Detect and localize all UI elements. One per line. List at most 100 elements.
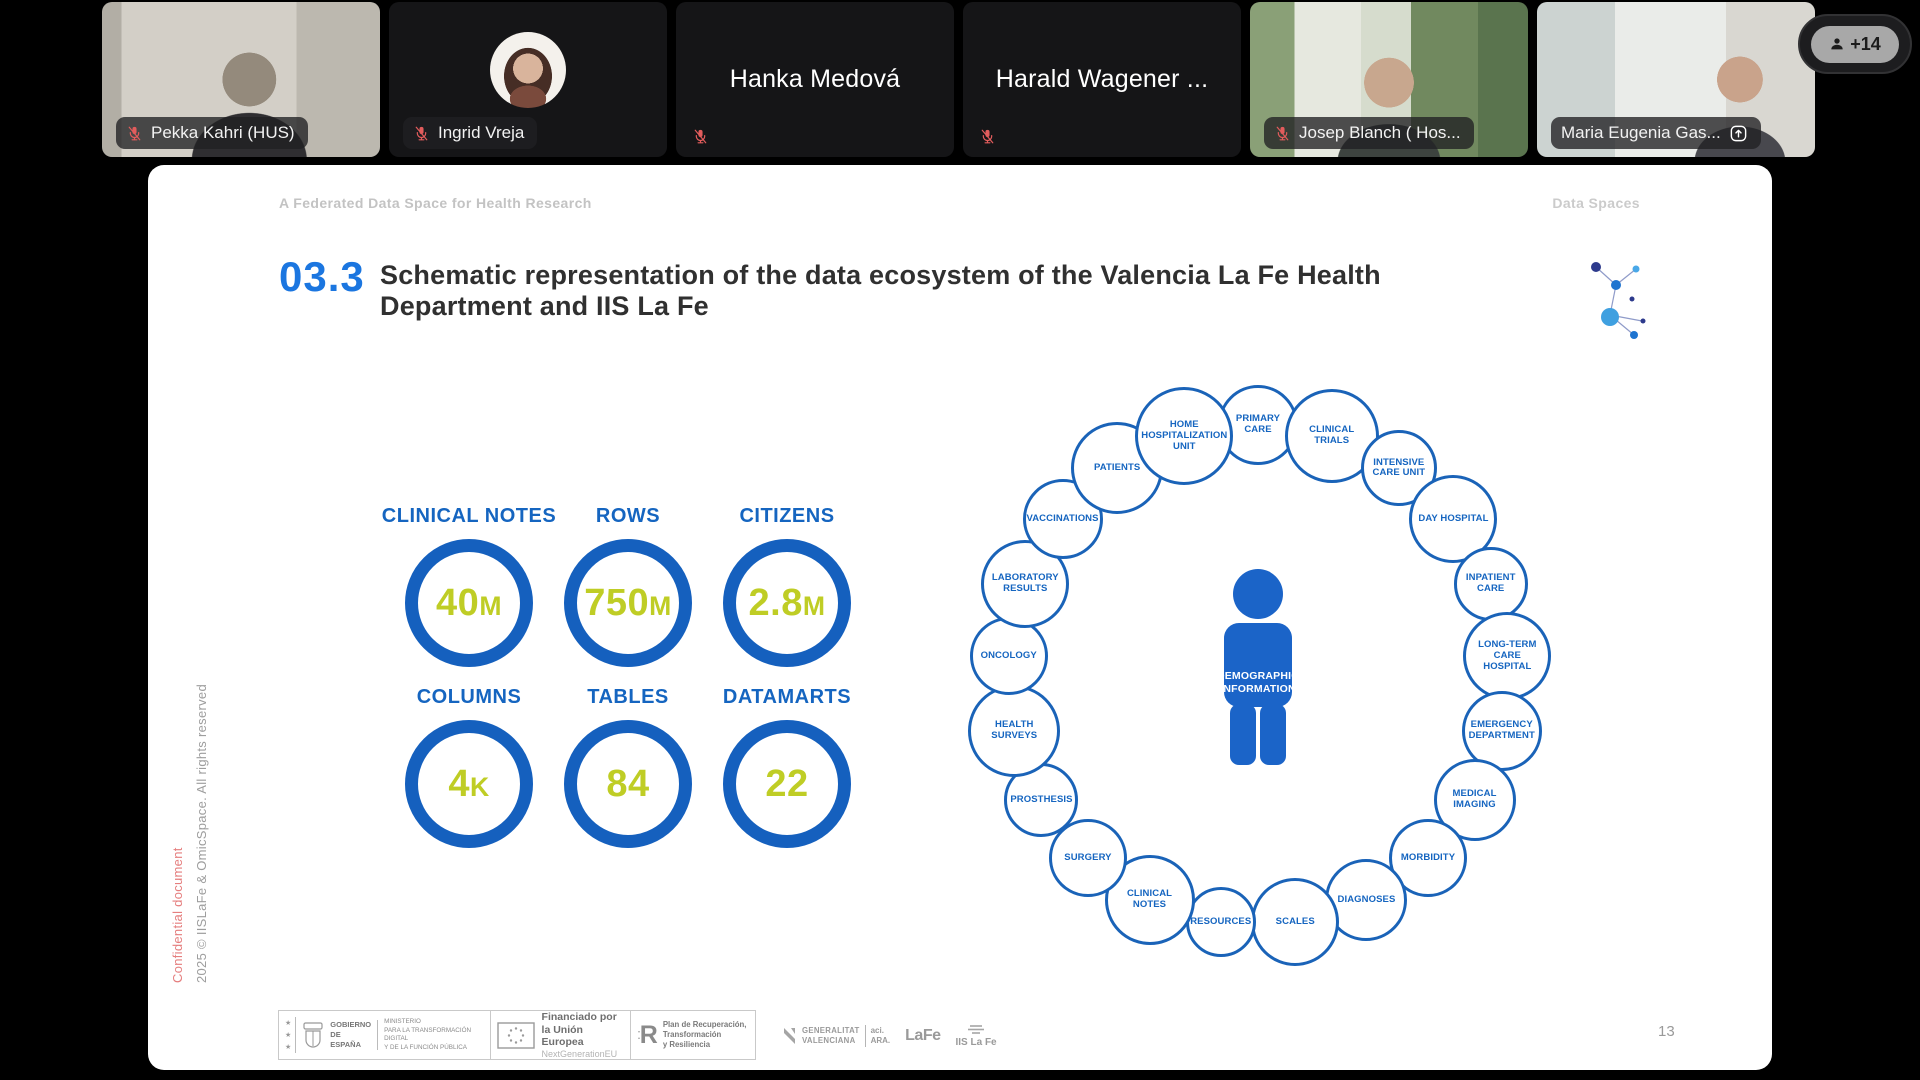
participant-name: Maria Eugenia Gas... xyxy=(1561,123,1721,143)
eu-flag-icon xyxy=(497,1022,535,1049)
stat-label: COLUMNS xyxy=(359,686,579,709)
slide-header-left: A Federated Data Space for Health Resear… xyxy=(279,195,592,211)
participant-name: Ingrid Vreja xyxy=(438,123,524,143)
ecosystem-bubble-label: SURGERY xyxy=(1064,853,1111,864)
stat-circle: 40M xyxy=(405,539,533,667)
ecosystem-bubble-label: EMERGENCY DEPARTMENT xyxy=(1469,720,1535,742)
participant-count-pill: +14 xyxy=(1811,26,1899,63)
ecosystem-bubble: LONG-TERM CARE HOSPITAL xyxy=(1463,612,1551,700)
participant-name: Josep Blanch ( Hos... xyxy=(1299,123,1461,143)
stat-label: TABLES xyxy=(518,686,738,709)
participant-tile[interactable]: Harald Wagener ... xyxy=(963,2,1241,157)
ecosystem-bubble-label: DIAGNOSES xyxy=(1338,895,1396,906)
mic-off-icon xyxy=(413,125,430,142)
video-strip: Pekka Kahri (HUS) Ingrid Vreja Hanka Medov… xyxy=(102,2,1815,157)
mic-off-icon xyxy=(979,128,996,145)
slide-title: Schematic representation of the data eco… xyxy=(380,260,1440,322)
ecosystem-bubble-label: MORBIDITY xyxy=(1401,853,1455,864)
ecosystem-bubble: SURGERY xyxy=(1049,819,1127,897)
generalitat-valenciana-logo: GENERALITAT VALENCIANA aci. ARA. xyxy=(782,1025,890,1047)
ecosystem-bubble: CLINICAL NOTES xyxy=(1105,855,1195,945)
screen-share-icon xyxy=(1729,124,1748,143)
person-icon xyxy=(1829,36,1845,52)
gva-text: GENERALITAT VALENCIANA xyxy=(802,1026,860,1046)
confidential-note: Confidential document xyxy=(170,847,185,983)
participant-label: Ingrid Vreja xyxy=(403,117,537,149)
ecosystem-bubble-label: LABORATORY RESULTS xyxy=(988,573,1062,595)
stat-value: 4K xyxy=(448,763,489,806)
eu-funding-line2: la Unión Europea xyxy=(542,1024,625,1049)
ecosystem-bubble-label: PROSTHESIS xyxy=(1010,795,1072,806)
ministerio-text: MINISTERIO PARA LA TRANSFORMACIÓN DIGITA… xyxy=(384,1018,483,1052)
stat-value: 22 xyxy=(765,763,808,806)
ecosystem-bubble-label: VACCINATIONS xyxy=(1026,514,1098,525)
ecosystem-bubble: INPATIENT CARE xyxy=(1454,547,1528,621)
ecosystem-bubble-label: PATIENTS xyxy=(1094,463,1140,474)
participant-tile[interactable]: Josep Blanch ( Hos... xyxy=(1250,2,1528,157)
eu-funding-line3: NextGenerationEU xyxy=(542,1049,625,1059)
funding-logos-box: ★★★ GOBIERNO DE ESPAÑA MINISTERIO PARA L… xyxy=(278,1010,756,1060)
ecosystem-bubble-label: RESOURCES xyxy=(1190,917,1251,928)
participant-label: Josep Blanch ( Hos... xyxy=(1264,117,1474,149)
mic-off-icon xyxy=(1274,125,1291,142)
ecosystem-bubble: PATIENTS xyxy=(1071,422,1163,514)
ecosystem-bubble-label: HOME HOSPITALIZATION UNIT xyxy=(1141,420,1227,453)
ecosystem-bubble: INTENSIVE CARE UNIT xyxy=(1361,430,1437,506)
ecosystem-bubble: VACCINATIONS xyxy=(1023,479,1103,559)
partner-logos: GENERALITAT VALENCIANA aci. ARA. LaFe II… xyxy=(782,1017,997,1055)
flag-stars-icon: ★★★ xyxy=(285,1017,296,1053)
stat-label: CITIZENS xyxy=(677,505,897,528)
ecosystem-bubble: DIAGNOSES xyxy=(1325,859,1407,941)
aci-ara-text: aci. ARA. xyxy=(871,1026,891,1046)
mic-off-icon xyxy=(126,125,143,142)
ecosystem-bubble-label: INPATIENT CARE xyxy=(1461,573,1521,595)
eu-funding-logo: Financiado por la Unión Europea NextGene… xyxy=(491,1011,632,1059)
participant-avatar xyxy=(490,32,566,108)
ecosystem-bubble: LABORATORY RESULTS xyxy=(981,540,1069,628)
participant-tile[interactable]: Ingrid Vreja xyxy=(389,2,667,157)
ecosystem-bubble: SCALES xyxy=(1251,878,1339,966)
stat-circle: 2.8M xyxy=(723,539,851,667)
stat-value: 84 xyxy=(606,763,649,806)
ecosystem-bubble-label: CLINICAL NOTES xyxy=(1112,889,1188,911)
ecosystem-bubble-label: CLINICAL TRIALS xyxy=(1292,425,1372,447)
copyright-note: 2025 © IISLaFe & OmicSpace. All rights r… xyxy=(194,684,209,983)
more-participants-badge[interactable]: +14 xyxy=(1798,14,1912,74)
participant-tile[interactable]: Hanka Medová xyxy=(676,2,954,157)
stat-label: ROWS xyxy=(518,505,738,528)
participant-name-large: Hanka Medová xyxy=(676,2,954,157)
ecosystem-bubble: HEALTH SURVEYS xyxy=(968,685,1060,777)
stat-circle: 750M xyxy=(564,539,692,667)
ecosystem-bubble: DAY HOSPITAL xyxy=(1409,475,1497,563)
meeting-window: { "meeting": { "participants_overflow": … xyxy=(0,0,1920,1080)
eu-funding-line1: Financiado por xyxy=(542,1011,625,1024)
ecosystem-bubble-label: DAY HOSPITAL xyxy=(1418,514,1488,525)
stat-label: CLINICAL NOTES xyxy=(359,505,579,528)
participant-count: +14 xyxy=(1850,34,1881,55)
participant-tile[interactable]: Pekka Kahri (HUS) xyxy=(102,2,380,157)
ecosystem-bubble: PRIMARY CARE xyxy=(1218,385,1298,465)
coat-of-arms-icon xyxy=(302,1020,324,1050)
participant-label: Maria Eugenia Gas... xyxy=(1551,117,1761,149)
logo-divider xyxy=(865,1025,866,1047)
slide-header-right: Data Spaces xyxy=(1552,195,1640,211)
iis-lafe-logo: IIS La Fe xyxy=(956,1024,997,1048)
molecule-logo-icon xyxy=(1586,251,1650,356)
stat-circle: 4K xyxy=(405,720,533,848)
shared-slide: A Federated Data Space for Health Resear… xyxy=(148,165,1772,1070)
diagram-center-label: DEMOGRAPHIC INFORMATION xyxy=(1196,670,1320,695)
section-number: 03.3 xyxy=(279,253,365,301)
ecosystem-bubble-label: INTENSIVE CARE UNIT xyxy=(1368,458,1430,480)
ecosystem-bubble-label: PRIMARY CARE xyxy=(1225,414,1291,436)
plan-text: Plan de Recuperación, Transformación y R… xyxy=(663,1020,747,1050)
ecosystem-bubble: CLINICAL TRIALS xyxy=(1285,389,1379,483)
page-number: 13 xyxy=(1658,1023,1675,1040)
gobierno-text: GOBIERNO DE ESPAÑA xyxy=(330,1020,378,1049)
participant-tile[interactable]: Maria Eugenia Gas... xyxy=(1537,2,1815,157)
plan-r-icon: ⁚R xyxy=(637,1023,658,1048)
ecosystem-bubble: PROSTHESIS xyxy=(1004,763,1078,837)
iis-bars-icon xyxy=(966,1024,986,1035)
mic-off-icon xyxy=(692,128,709,145)
stat-value: 40M xyxy=(436,582,502,625)
ecosystem-bubble: MEDICAL IMAGING xyxy=(1434,759,1516,841)
